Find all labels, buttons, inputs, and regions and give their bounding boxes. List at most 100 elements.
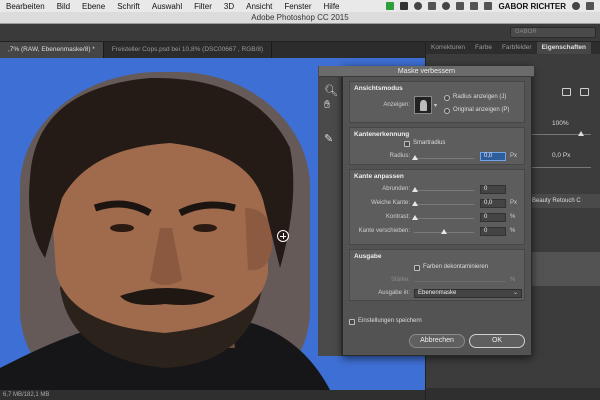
tab-farbe[interactable]: Farbe xyxy=(470,42,497,54)
panel-footer xyxy=(426,388,600,400)
wifi-icon[interactable] xyxy=(456,2,465,10)
decontaminate-label: Farben dekontaminieren xyxy=(423,264,489,270)
remember-settings-label: Einstellungen speichern xyxy=(358,318,422,324)
tab-raw-document[interactable]: ,7% (RAW, Ebenenmaske/8) * xyxy=(0,42,104,58)
show-original-checkbox[interactable] xyxy=(444,108,450,114)
feather-unit: Px xyxy=(510,200,518,206)
view-mode-thumbnail-icon[interactable] xyxy=(414,96,432,114)
strength-slider-track xyxy=(414,281,506,282)
radius-slider-track[interactable] xyxy=(414,158,474,159)
adjust-edge-heading: Kante anpassen xyxy=(354,173,404,180)
edge-detection-heading: Kantenerkennung xyxy=(354,131,410,138)
sync-icon[interactable] xyxy=(414,2,423,10)
document-tabs: ,7% (RAW, Ebenenmaske/8) * Freisteller C… xyxy=(0,42,425,58)
output-to-label: Ausgabe in: xyxy=(378,290,410,296)
app-title: Adobe Photoshop CC 2015 xyxy=(0,12,600,24)
volume-icon[interactable] xyxy=(470,2,479,10)
adjust-edge-section: Kante anpassen Abrunden: 0 Weiche Kante:… xyxy=(349,169,525,245)
cloud-icon[interactable] xyxy=(428,2,437,10)
show-radius-checkbox[interactable] xyxy=(444,95,450,101)
battery-icon[interactable] xyxy=(484,2,493,10)
user-name[interactable]: GABOR RICHTER xyxy=(498,2,566,11)
status-bar: 6,7 MB/182,1 MB xyxy=(0,390,425,400)
feather-input[interactable]: 0,0 xyxy=(480,199,506,208)
menu-fenster[interactable]: Fenster xyxy=(278,2,317,11)
menu-ebene[interactable]: Ebene xyxy=(76,2,111,11)
menu-bild[interactable]: Bild xyxy=(51,2,76,11)
feather-label: Weiche Kante: xyxy=(371,200,410,206)
workspace-search-input[interactable]: GABOR xyxy=(510,27,596,38)
view-mode-chevron-icon[interactable]: ▾ xyxy=(434,102,437,109)
view-mode-section: Ansichtsmodus Anzeigen: ▾ Radius anzeige… xyxy=(349,81,525,123)
smooth-input[interactable]: 0 xyxy=(480,185,506,194)
radius-label: Radius: xyxy=(389,153,410,159)
density-slider-thumb[interactable] xyxy=(578,131,584,136)
cancel-button[interactable]: Abbrechen xyxy=(409,334,465,348)
show-label: Anzeigen: xyxy=(383,102,410,108)
radius-unit: Px xyxy=(510,153,518,159)
tab-korrekturen[interactable]: Korrekturen xyxy=(426,42,470,54)
tab-eigenschaften[interactable]: Eigenschaften xyxy=(536,42,592,54)
contrast-label: Kontrast: xyxy=(385,214,410,220)
output-to-select[interactable]: Ebenenmaske ⌄ xyxy=(414,289,522,298)
eye-left xyxy=(110,224,134,232)
smooth-label: Abrunden: xyxy=(382,186,410,192)
strength-unit: % xyxy=(510,277,516,283)
radius-input[interactable]: 0,0 xyxy=(480,152,506,161)
output-to-value: Ebenenmaske xyxy=(418,290,457,296)
options-bar: GABOR xyxy=(0,24,600,42)
notification-center-icon[interactable] xyxy=(586,2,594,10)
shift-edge-label: Kante verschieben: xyxy=(358,228,410,234)
feather-value[interactable]: 0,0 Px xyxy=(552,152,570,159)
tab-freisteller-cops[interactable]: Freisteller Cops.psd bei 10,8% (DSC00667… xyxy=(103,42,273,58)
smart-radius-checkbox[interactable] xyxy=(404,141,410,147)
view-mode-heading: Ansichtsmodus xyxy=(354,85,403,92)
smooth-slider-thumb[interactable] xyxy=(412,187,418,192)
output-heading: Ausgabe xyxy=(354,253,382,260)
shift-edge-input[interactable]: 0 xyxy=(480,227,506,236)
zoom-tool-icon[interactable]: 🔍︎ xyxy=(324,86,338,97)
menu-filter[interactable]: Filter xyxy=(188,2,218,11)
menu-schrift[interactable]: Schrift xyxy=(111,2,146,11)
remember-settings-checkbox[interactable] xyxy=(349,319,355,325)
shift-edge-unit: % xyxy=(510,228,516,234)
refine-mask-dialog: Maske verbessern Ansichtsmodus Anzeigen:… xyxy=(319,66,534,356)
app-tray-icon[interactable] xyxy=(400,2,409,10)
layer-row-selected[interactable] xyxy=(521,252,600,286)
radius-slider-thumb[interactable] xyxy=(412,155,418,160)
show-radius-label: Radius anzeigen (J) xyxy=(453,94,507,100)
strength-label: Stärke: xyxy=(390,277,410,283)
pixel-mask-icon[interactable] xyxy=(562,88,571,96)
chevron-down-icon: ⌄ xyxy=(512,290,518,296)
smart-radius-label: Smartradius xyxy=(413,140,446,146)
tab-farbfelder[interactable]: Farbfelder xyxy=(497,42,537,54)
spotlight-icon[interactable] xyxy=(572,2,580,10)
menu-ansicht[interactable]: Ansicht xyxy=(240,2,278,11)
refine-radius-brush-icon[interactable]: ✎ xyxy=(324,134,333,145)
vector-mask-icon[interactable] xyxy=(580,88,589,96)
menubar: Bearbeiten Bild Ebene Schrift Auswahl Fi… xyxy=(0,0,600,12)
feather-slider-track[interactable] xyxy=(414,204,474,205)
menu-hilfe[interactable]: Hilfe xyxy=(317,2,345,11)
hand-tool-icon[interactable]: ✋︎ xyxy=(324,100,330,111)
clock-icon[interactable] xyxy=(442,2,451,10)
panel-tabs: Korrekturen Farbe Farbfelder Eigenschaft… xyxy=(426,42,600,54)
menu-auswahl[interactable]: Auswahl xyxy=(146,2,188,11)
evernote-icon[interactable] xyxy=(386,2,395,10)
smooth-slider-track[interactable] xyxy=(414,190,474,191)
ok-button[interactable]: OK xyxy=(469,334,525,348)
density-value[interactable]: 100% xyxy=(552,120,569,127)
edge-detection-section: Kantenerkennung Smartradius Radius: 0,0 … xyxy=(349,127,525,165)
shift-edge-slider-thumb[interactable] xyxy=(441,229,447,234)
contrast-slider-thumb[interactable] xyxy=(412,215,418,220)
menu-3d[interactable]: 3D xyxy=(218,2,240,11)
show-original-label: Original anzeigen (P) xyxy=(453,107,510,113)
contrast-input[interactable]: 0 xyxy=(480,213,506,222)
status-tray: GABOR RICHTER xyxy=(386,2,600,11)
dialog-tools: 🔍︎ ✋︎ ✎ xyxy=(318,66,342,356)
feather-slider-thumb[interactable] xyxy=(412,201,418,206)
contrast-slider-track[interactable] xyxy=(414,218,474,219)
eye-right xyxy=(193,224,217,232)
menu-bearbeiten[interactable]: Bearbeiten xyxy=(0,2,51,11)
decontaminate-checkbox[interactable] xyxy=(414,265,420,271)
